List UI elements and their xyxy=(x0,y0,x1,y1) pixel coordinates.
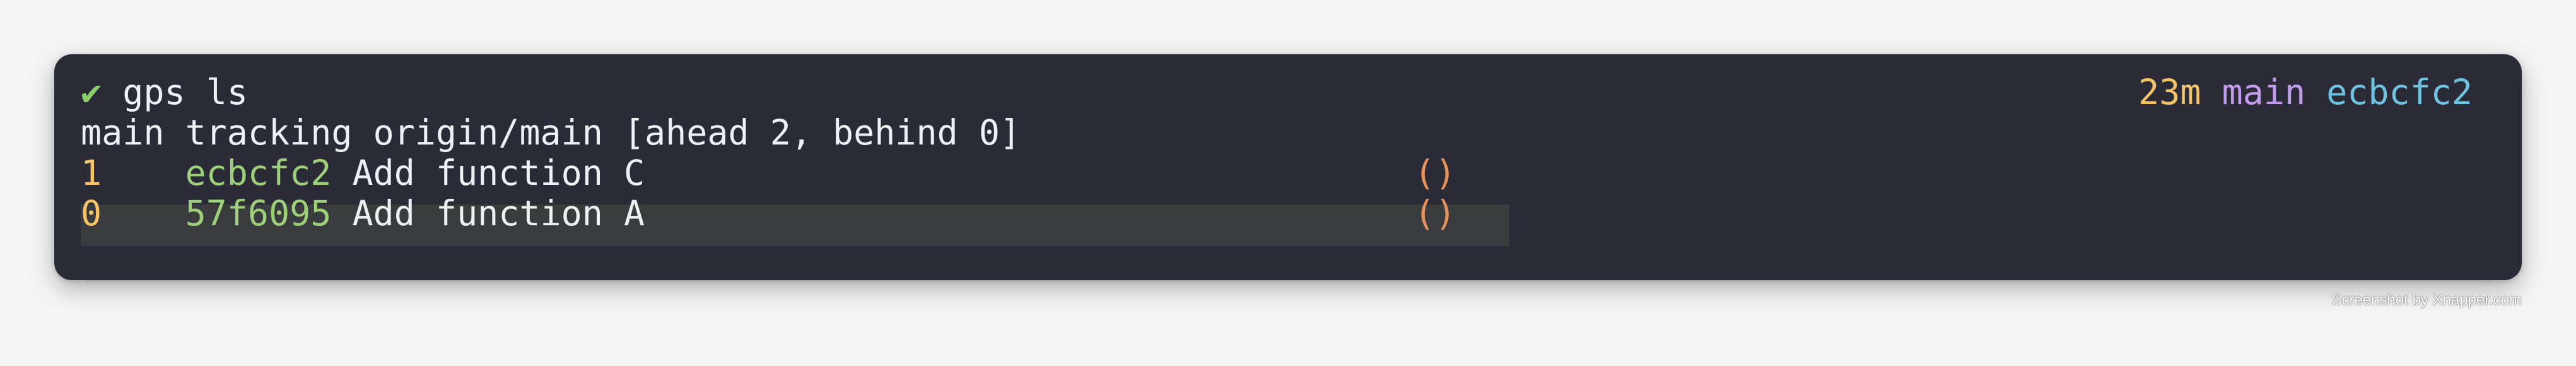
tracking-line: main tracking origin/main [ahead 2, behi… xyxy=(81,112,1021,153)
elapsed-time: 23m xyxy=(2138,72,2201,112)
commit-index: 0 xyxy=(81,193,102,233)
commit-row[interactable]: 1 ecbcfc2 Add function C xyxy=(81,153,645,193)
commit-sha: 57f6095 xyxy=(185,193,332,233)
command-text: gps ls xyxy=(122,72,248,112)
terminal-window[interactable]: ✔ gps ls 23m main ecbcfc2 main tracking … xyxy=(54,54,2522,280)
command-line: ✔ gps ls xyxy=(81,72,248,112)
status-bar: 23m main ecbcfc2 xyxy=(2138,72,2473,112)
commit-index: 1 xyxy=(81,153,102,193)
head-sha: ecbcfc2 xyxy=(2326,72,2473,112)
screenshot-credit: Screenshot by Xnapper.com xyxy=(2331,292,2522,309)
commit-sha: ecbcfc2 xyxy=(185,153,332,193)
commit-message: Add function C xyxy=(352,153,645,193)
success-check-icon: ✔ xyxy=(81,72,102,112)
commit-message: Add function A xyxy=(352,193,645,233)
current-branch: main xyxy=(2222,72,2306,112)
commit-marker: () xyxy=(1414,153,1456,193)
commit-marker: () xyxy=(1414,193,1456,233)
commit-row[interactable]: 0 57f6095 Add function A xyxy=(81,193,645,233)
